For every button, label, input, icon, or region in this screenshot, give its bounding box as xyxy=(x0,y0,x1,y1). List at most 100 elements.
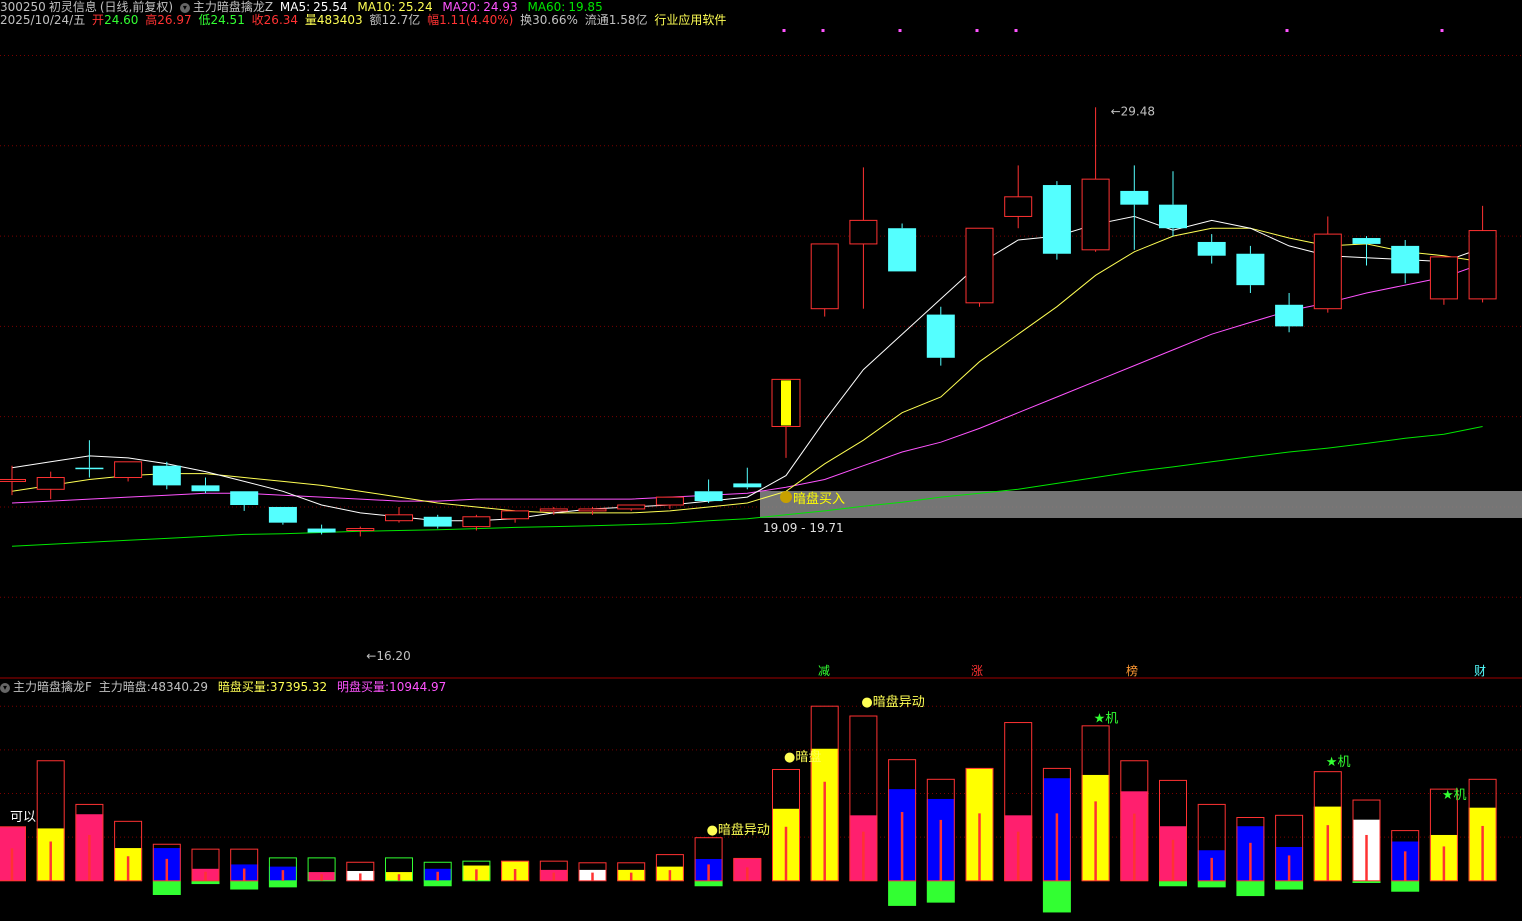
candle-body xyxy=(1004,196,1033,217)
candle-body xyxy=(694,491,723,502)
turnover-label: 换 xyxy=(520,13,533,27)
lower-header: ▾ 主力暗盘擒龙F 主力暗盘:48340.29 暗盘买量:37395.32 明盘买… xyxy=(0,680,449,695)
candle-body xyxy=(0,478,26,482)
turnover-value: 30.66% xyxy=(532,13,578,27)
ma10-value: 25.24 xyxy=(398,0,433,14)
buy-range-label: 19.09 - 19.71 xyxy=(763,521,844,535)
amount-label: 额 xyxy=(369,13,382,27)
ma20-value: 24.93 xyxy=(483,0,518,14)
stock-name: 初灵信息 xyxy=(48,0,97,14)
lower-signal-label: ★机 xyxy=(1094,712,1119,727)
money-bag-icon xyxy=(780,491,792,503)
change-value: 1.11(4.40%) xyxy=(439,13,514,27)
volume-neg-bar xyxy=(1236,880,1265,897)
stock-code: 300250 xyxy=(0,0,46,14)
signal-dot xyxy=(821,29,825,32)
candle-body xyxy=(849,219,878,245)
candle-body xyxy=(733,483,762,488)
candle-body xyxy=(423,516,452,527)
lower-signal-label: ●暗盘 xyxy=(784,749,821,765)
ma10-label: MA10: xyxy=(357,0,396,14)
candle-body xyxy=(385,514,413,522)
low-value: 24.51 xyxy=(210,13,245,27)
lower-signal-label: ★机 xyxy=(1442,788,1467,803)
candle-body xyxy=(1120,190,1149,205)
dark-buy-label: 暗盘买量: xyxy=(217,680,270,694)
volume-neg-bar xyxy=(1042,880,1071,913)
candle-body xyxy=(1429,256,1458,300)
candle-highlight xyxy=(781,380,791,426)
candle-body xyxy=(307,528,336,533)
lower-indicator-menu-icon[interactable]: ▾ xyxy=(0,682,10,693)
signal-dot xyxy=(1014,29,1018,32)
signal-dot xyxy=(1285,29,1289,32)
event-marker: 减 xyxy=(818,664,830,678)
candle-body xyxy=(655,496,684,506)
candle-body xyxy=(1391,245,1420,274)
candle-body xyxy=(462,516,491,528)
low-price-label: ←16.20 xyxy=(366,649,410,663)
volume-neg-bar xyxy=(1391,880,1420,892)
candle-body xyxy=(539,508,568,512)
change-label: 幅 xyxy=(427,13,440,27)
candle-body xyxy=(1197,241,1226,256)
volume-neg-bar xyxy=(152,880,181,895)
chart-mode[interactable]: (日线,前复权) xyxy=(100,0,173,14)
main-dark-value: 48340.29 xyxy=(150,680,209,694)
float-label: 流通 xyxy=(584,13,609,27)
kline-chart[interactable]: ←29.48 ←16.20 暗盘买入 19.09 - 19.71 减 涨 榜 财可以 ●暗盘异动… xyxy=(0,0,1522,921)
candle-body xyxy=(1468,230,1497,300)
ma60-value: 19.85 xyxy=(568,0,603,14)
lower-signal-label: ★机 xyxy=(1326,755,1351,770)
peak-price-label: ←29.48 xyxy=(1111,104,1155,118)
candle-body xyxy=(1352,238,1381,244)
signal-dot xyxy=(898,29,902,32)
volume-neg-bar xyxy=(888,880,917,906)
candle-body xyxy=(230,491,259,505)
buy-zone-band xyxy=(760,491,1522,518)
candle-body xyxy=(1313,233,1342,310)
event-marker: 涨 xyxy=(971,663,983,678)
candle-body xyxy=(810,243,839,310)
open-value: 24.60 xyxy=(104,13,139,27)
volume-neg-bar xyxy=(1275,880,1304,890)
low-label: 低 xyxy=(198,13,211,27)
candle-body xyxy=(1081,178,1110,251)
ma20-label: MA20: xyxy=(442,0,481,14)
volume-neg-bar xyxy=(423,880,452,887)
volume-neg-bar xyxy=(694,880,723,887)
event-marker: 榜 xyxy=(1126,663,1138,678)
quote-line: 2025/10/24/五 开24.60 高26.97 低24.51 收26.34… xyxy=(0,13,729,28)
candle-body xyxy=(1236,253,1265,286)
lower-signal-label: 可以 xyxy=(10,810,36,825)
candle-body xyxy=(152,465,181,486)
candle-body xyxy=(346,528,375,532)
event-marker: 财 xyxy=(1474,664,1486,678)
ma20-line xyxy=(11,263,1483,504)
high-value: 26.97 xyxy=(157,13,192,27)
high-label: 高 xyxy=(145,13,158,27)
volume-neg-bar xyxy=(1159,880,1187,887)
ma5-value: 25.54 xyxy=(313,0,348,14)
candle-body xyxy=(578,508,607,512)
volume-value: 483403 xyxy=(316,13,363,27)
candle-body xyxy=(888,228,917,272)
indicator-menu-icon[interactable]: ▾ xyxy=(179,2,190,13)
candle-body xyxy=(191,485,220,492)
lower-indicator-name[interactable]: 主力暗盘擒龙F xyxy=(13,680,92,694)
upper-indicator-name[interactable]: 主力暗盘擒龙Z xyxy=(193,0,273,14)
volume-neg-bar xyxy=(268,880,297,888)
quote-date: 2025/10/24/五 xyxy=(0,13,86,27)
lit-buy-value: 10944.97 xyxy=(389,680,447,694)
candle-body xyxy=(926,314,955,358)
volume-neg-bar xyxy=(926,880,955,903)
candle-body xyxy=(1159,204,1187,229)
candle-body xyxy=(1042,185,1071,254)
amount-value: 12.7亿 xyxy=(381,13,421,27)
lower-signal-label: ●暗盘异动 xyxy=(861,694,924,710)
ma60-label: MA60: xyxy=(527,0,566,14)
buy-signal-label: 暗盘买入 xyxy=(793,491,845,507)
industry-link[interactable]: 行业应用软件 xyxy=(654,13,726,27)
open-label: 开 xyxy=(92,13,105,27)
close-value: 26.34 xyxy=(263,13,299,27)
